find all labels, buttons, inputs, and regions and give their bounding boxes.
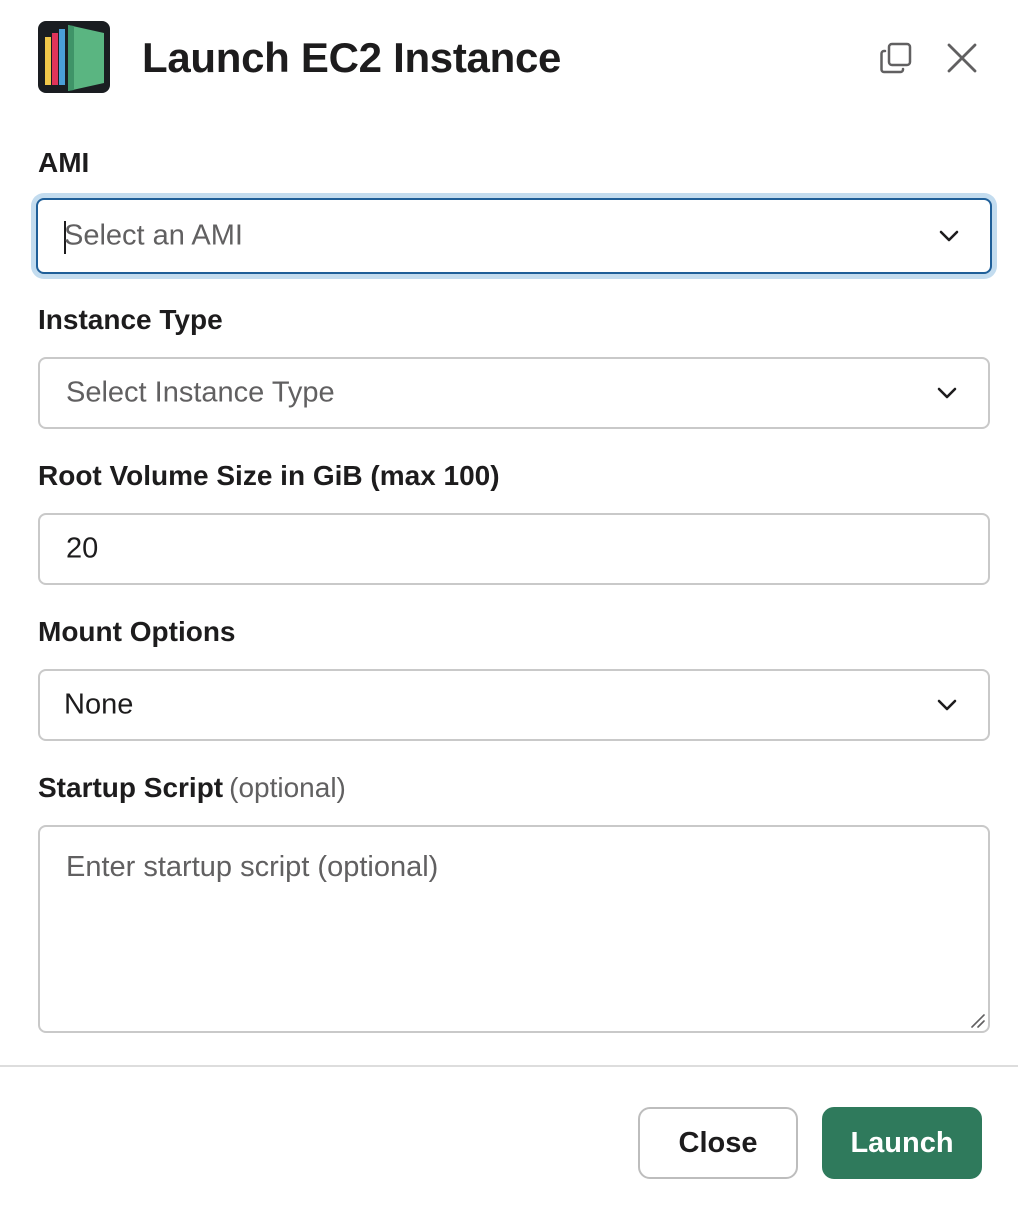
mount-options-label: Mount Options — [38, 616, 236, 647]
root-volume-value: 20 — [66, 532, 99, 565]
startup-script-label-text: Startup Script — [38, 772, 224, 803]
app-logo — [38, 21, 110, 93]
chevron-down-icon — [939, 230, 959, 242]
close-button[interactable]: Close — [638, 1107, 798, 1179]
app-logo-icon — [45, 25, 104, 91]
root-volume-input[interactable]: 20 — [38, 513, 990, 585]
mount-options-select[interactable]: None — [38, 669, 990, 741]
modal-header: Launch EC2 Instance — [0, 0, 1018, 118]
instance-type-placeholder: Select Instance Type — [66, 376, 335, 409]
ami-placeholder: Select an AMI — [64, 219, 243, 252]
chevron-down-icon — [937, 699, 957, 711]
root-volume-label: Root Volume Size in GiB (max 100) — [38, 460, 500, 491]
startup-script-label: Startup Script (optional) — [38, 771, 346, 805]
instance-type-select[interactable]: Select Instance Type — [38, 357, 990, 429]
ami-label: AMI — [38, 147, 90, 178]
instance-type-label: Instance Type — [38, 304, 223, 335]
optional-hint: (optional) — [229, 772, 346, 803]
resize-grip-icon[interactable] — [968, 1011, 986, 1029]
chevron-down-icon — [937, 387, 957, 399]
popout-button[interactable] — [874, 36, 918, 80]
close-icon — [947, 43, 977, 73]
modal-title: Launch EC2 Instance — [142, 34, 562, 81]
close-modal-button[interactable] — [940, 36, 984, 80]
startup-script-textarea[interactable]: Enter startup script (optional) — [38, 825, 990, 1033]
popout-window-icon — [880, 42, 912, 74]
ami-select[interactable]: Select an AMI — [36, 198, 992, 274]
mount-options-value: None — [64, 688, 134, 721]
footer-divider — [0, 1065, 1018, 1067]
startup-script-placeholder: Enter startup script (optional) — [66, 851, 439, 883]
launch-button[interactable]: Launch — [822, 1107, 982, 1179]
